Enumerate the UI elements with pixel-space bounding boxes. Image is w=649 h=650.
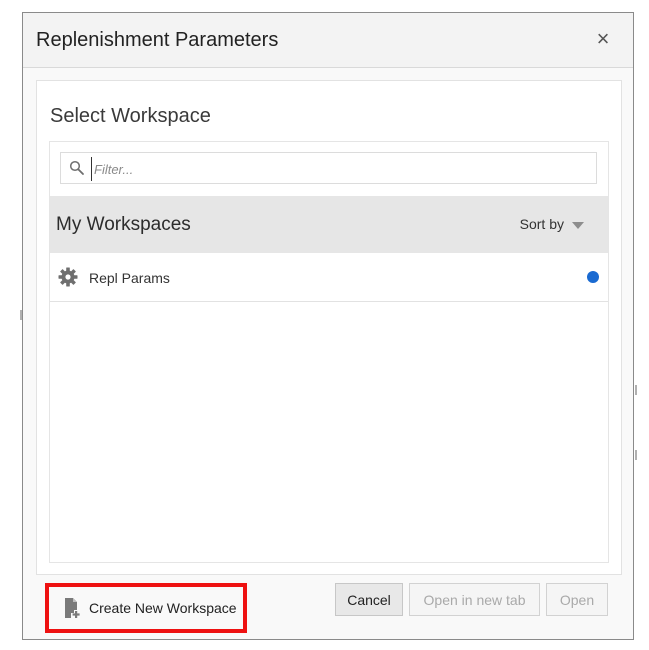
dialog-titlebar: Replenishment Parameters ×: [23, 13, 633, 68]
sort-by-dropdown[interactable]: Sort by: [520, 216, 584, 232]
panel-heading: Select Workspace: [50, 105, 211, 127]
dialog-footer: Create New Workspace Cancel Open in new …: [23, 583, 633, 641]
workspace-label: Repl Params: [89, 270, 170, 286]
right-edge-mark: [635, 385, 637, 395]
group-title: My Workspaces: [56, 214, 191, 235]
open-in-new-tab-button[interactable]: Open in new tab: [409, 583, 540, 616]
search-icon: [69, 160, 84, 175]
right-edge-mark-lower: [635, 450, 637, 460]
sort-by-label: Sort by: [519, 216, 564, 232]
open-button[interactable]: Open: [546, 583, 608, 616]
workspace-row[interactable]: Repl Params: [50, 253, 608, 302]
my-workspaces-header: My Workspaces Sort by: [50, 196, 608, 253]
status-dot: [587, 271, 599, 283]
select-workspace-panel: Select Workspace My Workspaces Sort by: [36, 80, 622, 575]
create-new-workspace-label: Create New Workspace: [89, 600, 237, 616]
workspace-list-container: My Workspaces Sort by: [49, 141, 609, 563]
filter-input[interactable]: [91, 157, 591, 181]
new-file-icon: [65, 598, 80, 618]
close-icon[interactable]: ×: [591, 27, 615, 51]
create-new-workspace-button[interactable]: Create New Workspace: [45, 583, 247, 633]
replenishment-parameters-dialog: Replenishment Parameters × Select Worksp…: [22, 12, 634, 640]
filter-box[interactable]: [60, 152, 597, 184]
dialog-title: Replenishment Parameters: [36, 29, 279, 51]
gear-icon: [58, 267, 78, 287]
cancel-button[interactable]: Cancel: [335, 583, 403, 616]
caret-down-icon: [572, 221, 584, 229]
